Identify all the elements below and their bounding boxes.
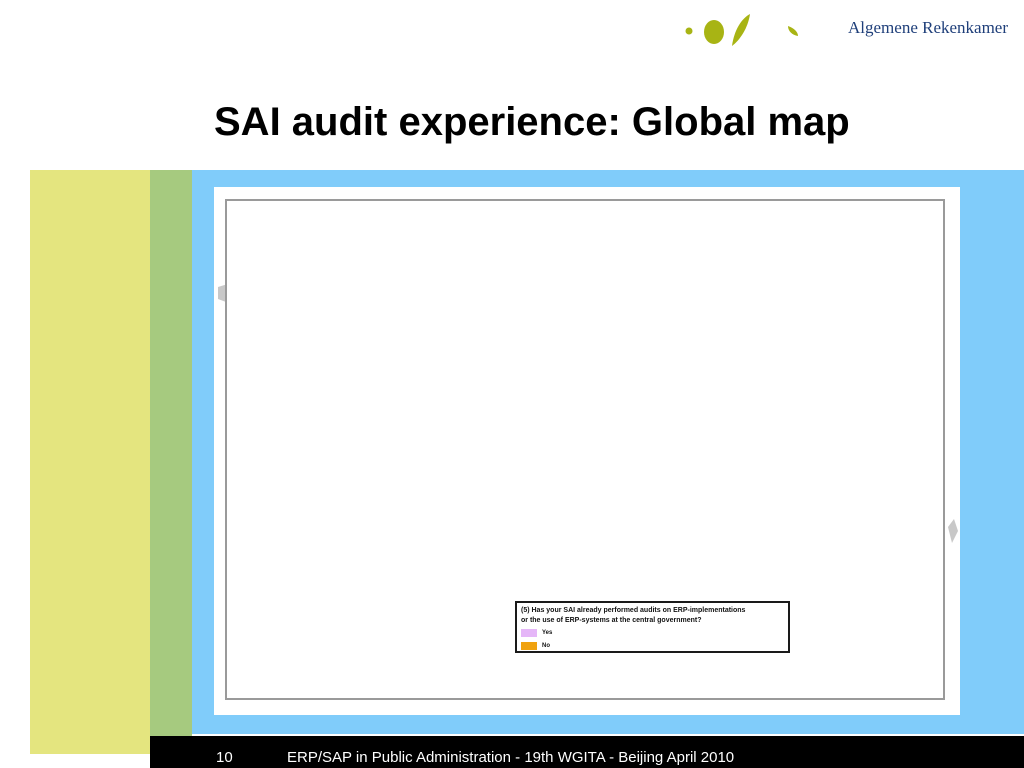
slide-title: SAI audit experience: Global map — [214, 100, 850, 144]
map-legend: (5) Has your SAI already performed audit… — [515, 601, 790, 653]
legend-question-line2: or the use of ERP-systems at the central… — [521, 617, 702, 624]
logo-text: Algemene Rekenkamer — [848, 18, 1009, 37]
decor-band-green — [150, 170, 192, 754]
map-panel: (5) Has your SAI already performed audit… — [214, 187, 960, 715]
decor-band-yellow — [30, 170, 150, 754]
legend-question-line1: (5) Has your SAI already performed audit… — [521, 607, 746, 614]
legend-label-yes: Yes — [542, 630, 553, 636]
page-number: 10 — [216, 749, 233, 766]
legend-swatch-yes — [521, 629, 537, 637]
organization-logo: Algemene Rekenkamer — [680, 6, 1024, 56]
legend-item-yes: Yes — [521, 627, 784, 639]
legend-item-no: No — [521, 640, 784, 652]
map-frame: (5) Has your SAI already performed audit… — [225, 199, 945, 700]
new-zealand — [948, 519, 958, 543]
legend-label-no: No — [542, 643, 550, 649]
footer-text: ERP/SAP in Public Administration - 19th … — [287, 749, 735, 766]
legend-swatch-no — [521, 642, 537, 650]
logo-mark-icon — [685, 14, 798, 46]
